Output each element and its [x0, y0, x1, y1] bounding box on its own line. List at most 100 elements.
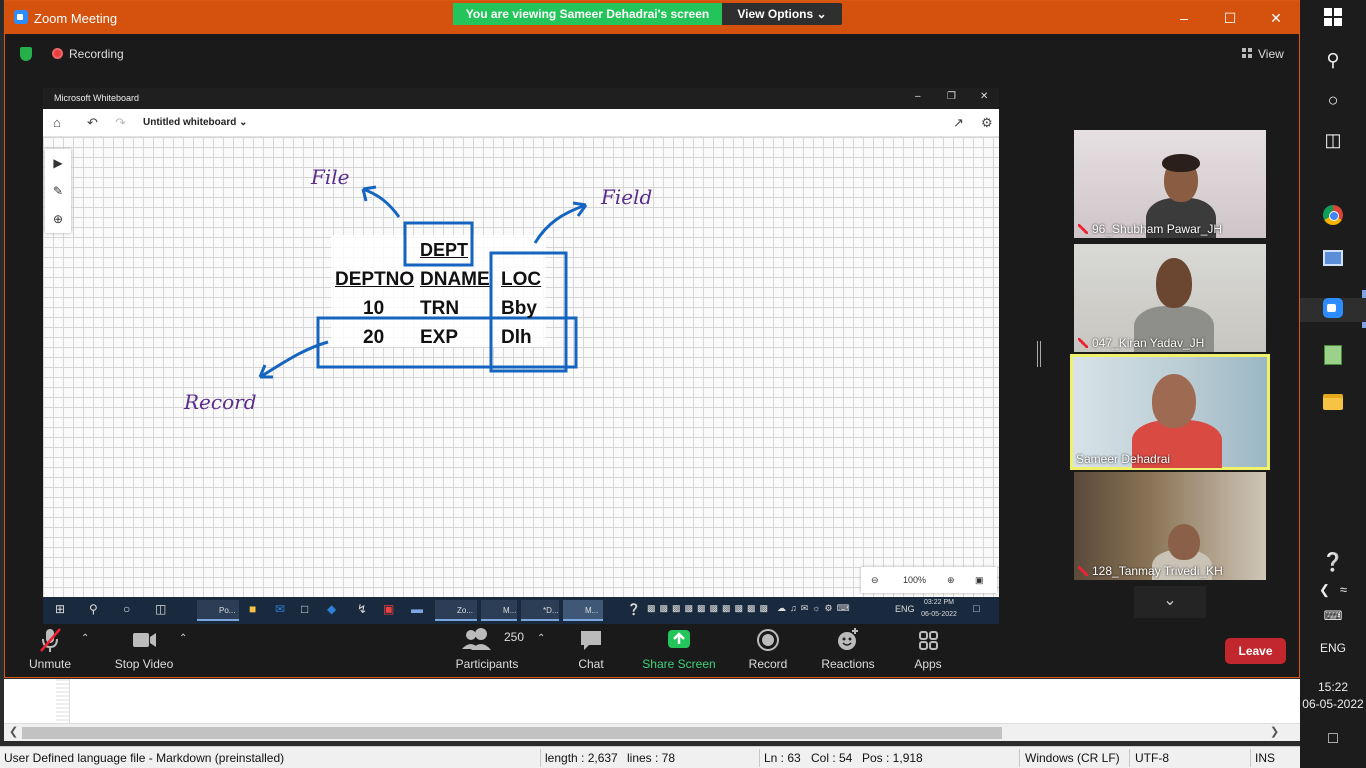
- close-button[interactable]: ✕: [1261, 7, 1291, 29]
- security-shield-icon[interactable]: [20, 47, 32, 61]
- apps-button[interactable]: Apps: [883, 625, 973, 671]
- status-eol: Windows (CR LF): [1025, 751, 1120, 765]
- record-label: Record: [748, 657, 788, 671]
- redo-icon: ↷: [115, 115, 126, 130]
- audio-options-caret[interactable]: ⌃: [81, 633, 89, 644]
- chevron-down-icon: ⌄: [816, 7, 827, 21]
- chat-button[interactable]: Chat: [546, 625, 636, 671]
- split-view-handle[interactable]: [1037, 341, 1041, 367]
- start-button[interactable]: [1300, 8, 1366, 31]
- share-screen-button[interactable]: Share Screen: [634, 625, 724, 671]
- participant-name-label: 96_Shubham Pawar_JH: [1092, 222, 1223, 236]
- chevron-left-icon: ❮: [1318, 582, 1330, 597]
- office-icon: ▣: [383, 602, 395, 616]
- status-encoding: UTF-8: [1135, 751, 1169, 765]
- annotation-record: Record: [184, 390, 257, 414]
- taskbar-remote-desktop[interactable]: [1300, 250, 1366, 271]
- taskbar-notepad[interactable]: [1300, 345, 1366, 370]
- video-tile[interactable]: 047_Kiran Yadav_JH: [1074, 244, 1266, 352]
- remote-taskbar: ⊞ ⚲ ○ ◫ Po... ■ ✉ □ ◆ ↯ ▣ ▬ Zo... M... *…: [43, 597, 999, 624]
- fit-screen-icon: ▣: [975, 575, 984, 585]
- participant-count: 250: [504, 630, 525, 644]
- zoom-icon: [1323, 298, 1343, 318]
- task-view-icon: ◫: [1324, 130, 1342, 150]
- minimize-button[interactable]: –: [1169, 7, 1199, 29]
- zoom-app-icon: [14, 10, 28, 24]
- record-button[interactable]: Record: [723, 625, 813, 671]
- participants-button[interactable]: 250 Participants: [442, 625, 532, 671]
- help-icon: ❔: [627, 604, 641, 616]
- zoom-out-icon: ⊖: [871, 575, 879, 585]
- scroll-left-icon[interactable]: ❮: [9, 725, 18, 738]
- start-icon: ⊞: [55, 602, 66, 616]
- whiteboard-titlebar: Microsoft Whiteboard – ❐ ✕: [43, 88, 999, 109]
- participants-options-caret[interactable]: ⌃: [537, 633, 545, 644]
- view-options-button[interactable]: View Options ⌄: [722, 3, 842, 25]
- maximize-button[interactable]: ☐: [1215, 7, 1245, 29]
- editor-text-area[interactable]: [4, 679, 1300, 723]
- participant-name: 128_Tanmay Trivedi_KH: [1078, 564, 1223, 578]
- editor-fold-margin: [56, 679, 70, 723]
- video-tile-active-speaker[interactable]: Sameer Dehadrai: [1070, 354, 1270, 470]
- chat-label: Chat: [578, 657, 604, 671]
- leave-button[interactable]: Leave: [1225, 638, 1286, 664]
- task-view-button[interactable]: ◫: [1300, 130, 1366, 151]
- scroll-right-icon[interactable]: ❯: [1270, 725, 1279, 738]
- participant-face: [1156, 258, 1192, 308]
- folder-icon: ■: [249, 602, 257, 616]
- participant-name-label: 047_Kiran Yadav_JH: [1092, 336, 1205, 350]
- clock-time[interactable]: 15:22: [1300, 680, 1366, 694]
- participant-hair: [1162, 154, 1200, 172]
- whiteboard-zoombar: ⊖ 100% ⊕ ▣: [861, 567, 997, 593]
- table-cell: EXP: [420, 327, 459, 348]
- apps-icon: [883, 625, 973, 655]
- muted-mic-icon: [1078, 338, 1088, 348]
- taskbar-zoom[interactable]: [1300, 298, 1366, 322]
- remote-lang: ENG: [895, 604, 915, 614]
- stop-video-button[interactable]: Stop Video: [99, 625, 189, 671]
- input-language[interactable]: ENG: [1300, 641, 1366, 655]
- video-tile[interactable]: 128_Tanmay Trivedi_KH: [1074, 472, 1266, 580]
- notification-icon: □: [1328, 730, 1338, 747]
- video-options-caret[interactable]: ⌃: [179, 633, 187, 644]
- unmute-label: Unmute: [28, 657, 72, 671]
- apps-label: Apps: [914, 657, 942, 671]
- scrollbar-thumb[interactable]: [22, 727, 1002, 739]
- grid-view-icon[interactable]: [1242, 48, 1253, 59]
- table-cell: TRN: [420, 298, 460, 319]
- view-button[interactable]: View: [1258, 47, 1284, 61]
- tray-icons: ☁♫✉☼⚙⌨: [777, 603, 854, 613]
- action-center-button[interactable]: □: [1300, 730, 1366, 748]
- table-cell: Dlh: [501, 327, 532, 348]
- muted-mic-icon: [1078, 566, 1088, 576]
- view-options-label: View Options: [737, 7, 814, 21]
- horizontal-scrollbar[interactable]: ❮ ❯: [4, 723, 1300, 741]
- chevron-down-icon: ⌄: [239, 117, 248, 128]
- editor-statusbar: User Defined language file - Markdown (p…: [0, 746, 1300, 768]
- search-icon: ⚲: [1326, 50, 1340, 70]
- status-position: Pos : 1,918: [862, 751, 923, 765]
- taskbar-file-explorer[interactable]: [1300, 394, 1366, 415]
- cortana-button[interactable]: ○: [1300, 90, 1366, 111]
- unmute-button[interactable]: Unmute: [5, 625, 95, 671]
- clock-date[interactable]: 06-05-2022: [1300, 697, 1366, 711]
- taskbar-chrome[interactable]: [1300, 205, 1366, 230]
- home-icon: ⌂: [53, 115, 61, 130]
- participant-name: Sameer Dehadrai: [1076, 452, 1171, 466]
- tray-overflow[interactable]: ❮ ≈: [1300, 582, 1366, 598]
- video-tile[interactable]: 96_Shubham Pawar_JH: [1074, 130, 1266, 238]
- whiteboard-drawing: [258, 185, 588, 379]
- taskbar-app: Po...: [197, 600, 239, 621]
- table-header: DNAME: [420, 269, 490, 290]
- help-tray-button[interactable]: ❔: [1300, 552, 1366, 573]
- taskbar-app: M...: [563, 600, 603, 621]
- touch-keyboard-button[interactable]: ⌨: [1300, 608, 1366, 624]
- search-button[interactable]: ⚲: [1300, 50, 1366, 71]
- gallery-next-button[interactable]: ⌄: [1134, 586, 1206, 618]
- windows-taskbar: ⚲ ○ ◫ ❔ ❮ ≈ ⌨ ENG 15:22 06-05-2022 □: [1300, 0, 1366, 768]
- tray-icons: ▩▩▩▩▩▩▩▩▩▩: [647, 603, 773, 613]
- reactions-button[interactable]: Reactions: [803, 625, 893, 671]
- remote-desktop-icon: [1323, 250, 1343, 266]
- notepad-plus-icon: [1324, 345, 1342, 365]
- cortana-icon: ○: [123, 602, 131, 616]
